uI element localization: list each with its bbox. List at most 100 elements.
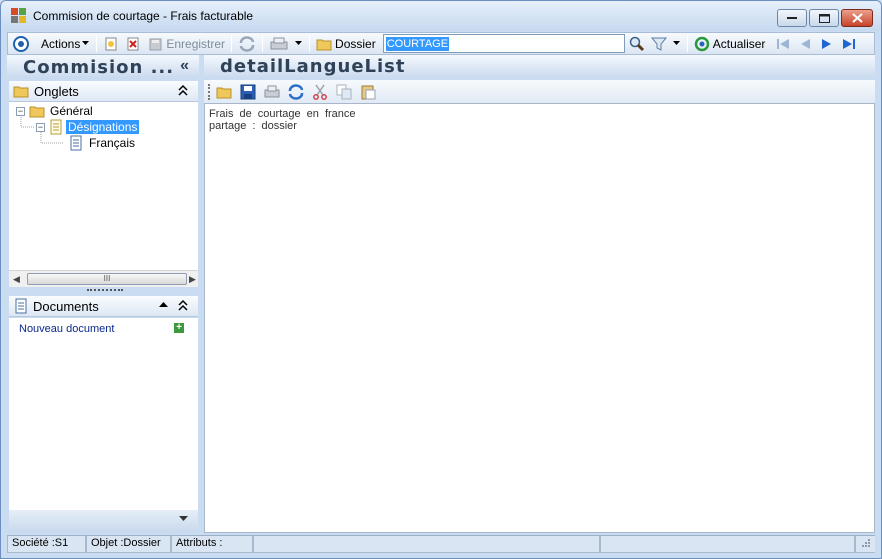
tree-expander[interactable]: − [16,106,25,116]
folder-open-icon [29,106,45,118]
new-record-button[interactable] [100,33,122,54]
status-empty-cell [253,535,600,553]
refresh-label: Actualiser [712,36,766,51]
target-icon [13,35,29,52]
tabs-group-title: Onglets [34,83,79,99]
search-value: COURTAGE [385,36,450,51]
actions-menu[interactable]: Actions [38,33,93,54]
first-record-button[interactable] [772,33,794,54]
documents-panel: Nouveau document + [9,318,198,510]
save-disk-icon[interactable] [240,84,256,100]
left-panel-footer [9,510,198,533]
sync-icon [239,35,255,52]
paste-icon[interactable] [360,84,376,100]
print-menu[interactable] [266,33,306,54]
tree-node-label: Désignations [66,120,140,134]
scroll-thumb[interactable]: III [27,273,187,285]
collapse-up-icon[interactable] [178,299,188,311]
next-record-button[interactable] [816,33,838,54]
save-button[interactable]: Enregistrer [144,33,228,54]
tree-node-label: Général [50,104,93,118]
title-bar[interactable]: Commision de courtage - Frais facturable [1,1,881,31]
last-record-button[interactable] [838,33,860,54]
folder-icon [13,86,29,98]
open-folder-icon[interactable] [216,84,232,100]
last-icon [843,38,856,49]
caret-down-icon[interactable] [179,516,188,522]
tree-expander[interactable]: − [36,122,45,132]
dropdown-arrow-icon [295,41,303,45]
minimize-button[interactable] [777,9,807,27]
status-empty-cell [600,535,855,553]
delete-button[interactable] [122,33,144,54]
search-input[interactable]: COURTAGE [382,34,625,53]
sync-icon[interactable] [288,83,304,100]
printer-icon[interactable] [264,84,280,100]
folder-label: Dossier [335,36,376,51]
maximize-button[interactable] [809,9,839,27]
toolbar-separator [96,35,98,52]
detail-content-area[interactable]: Frais de courtage en france partage : do… [204,103,875,533]
document-lines-icon [15,298,27,314]
filter-menu[interactable] [648,33,684,54]
toolbar-separator [686,35,688,52]
status-objet: Objet :Dossier [86,535,171,553]
sync-button[interactable] [235,33,259,54]
new-document-icon [105,37,117,50]
resize-grip-icon[interactable] [855,535,875,553]
copy-icon[interactable] [336,84,352,100]
main-toolbar: Actions Enregistrer Dossier COURTAGE Act… [7,32,875,55]
status-attributs: Attributs : [171,535,253,553]
splitter-grip[interactable] [87,289,123,292]
new-document-link[interactable]: Nouveau document [19,323,114,335]
scroll-right-icon[interactable]: ▶ [189,274,196,285]
save-label: Enregistrer [166,36,226,51]
left-panel-title: Commision ... [23,56,175,78]
grip-dots [862,539,870,547]
toolbar-separator [231,35,233,52]
collapse-panel-button[interactable]: « [180,57,189,75]
refresh-button[interactable]: Actualiser [691,33,769,54]
previous-icon [801,38,811,49]
dropdown-arrow-icon [672,41,680,45]
caret-up-icon[interactable] [159,302,168,308]
close-button[interactable] [841,9,873,27]
tree-node-francais[interactable]: Français [69,135,135,151]
close-icon [851,13,863,23]
collapse-up-icon[interactable] [178,84,188,96]
tree-node-label: Français [89,136,136,150]
plus-icon[interactable]: + [174,323,184,333]
toolbar-separator [262,35,264,52]
content-line: Frais de courtage en france [209,108,356,120]
documents-group-header[interactable]: Documents [9,296,198,317]
home-button[interactable] [10,33,32,54]
tree-node-general[interactable]: − Général [16,103,93,119]
document-lines-icon [70,135,82,151]
tree-node-designations[interactable]: − Désignations [36,119,140,135]
dropdown-arrow-icon [82,41,90,45]
tabs-tree: − Général − Désignations Français [9,102,198,270]
status-societe: Société :S1 [7,535,86,553]
previous-record-button[interactable] [794,33,816,54]
printer-icon [270,37,288,49]
app-window: Commision de courtage - Frais facturable… [0,0,882,559]
delete-icon [127,37,139,50]
next-icon [822,38,832,49]
detail-toolbar [204,80,875,103]
maximize-icon [818,13,830,23]
cut-icon[interactable] [312,84,328,100]
tabs-group-header[interactable]: Onglets [9,81,198,102]
status-bar: Société :S1 Objet :Dossier Attributs : [7,535,875,553]
window-title: Commision de courtage - Frais facturable [33,9,254,23]
search-button[interactable] [626,33,648,54]
save-icon [149,38,162,50]
documents-group-title: Documents [33,298,99,314]
document-icon [50,119,62,135]
toolbar-grip[interactable] [208,83,210,100]
refresh-icon [694,36,709,51]
tree-horizontal-scrollbar[interactable]: ◀ III ▶ [9,270,198,287]
first-icon [777,38,790,49]
right-panel-header: detailLangueList [204,55,875,79]
folder-button[interactable]: Dossier [313,33,379,54]
scroll-left-icon[interactable]: ◀ [13,274,20,285]
